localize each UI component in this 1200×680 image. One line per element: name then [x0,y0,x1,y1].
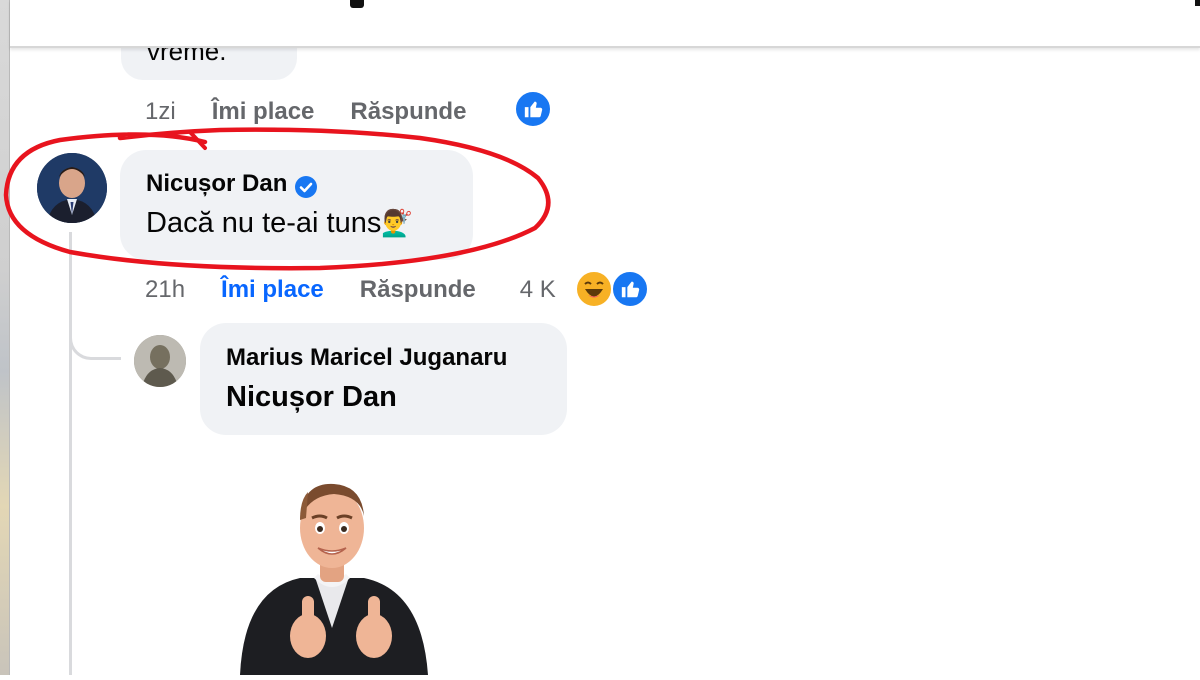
reaction-count[interactable]: 4 K [520,276,556,304]
reply-author[interactable]: Marius Maricel Juganaru [226,344,507,371]
comment-timestamp[interactable]: 1zi [145,98,176,126]
avatar[interactable] [134,335,186,387]
comment-text: Dacă nu te-ai tuns [146,207,382,239]
avatar-thumbs-up-sticker [222,478,442,675]
haircut-emoji: 💇‍♂️ [381,208,414,238]
like-button[interactable]: Îmi place [221,276,324,304]
avatar[interactable] [37,153,107,223]
like-icon [611,270,649,308]
comment-author[interactable]: Nicușor Dan [146,170,287,197]
reply-bubble: Marius Maricel Juganaru Nicușor Dan [200,323,567,435]
verified-badge-icon [295,175,318,198]
mention-link[interactable]: Nicușor Dan [226,381,397,413]
reply-button[interactable]: Răspunde [360,276,476,304]
thread-connector [69,318,121,360]
close-icon[interactable] [1195,0,1200,6]
haha-icon [575,270,613,308]
like-button[interactable]: Îmi place [212,98,315,126]
reactions-summary[interactable] [575,268,653,312]
comment-bubble: Nicușor Dan Dacă nu te-ai tuns💇‍♂️ [120,150,473,260]
previous-comment-actions: 1zi Îmi place Răspunde [145,98,466,126]
thread-line [69,232,72,675]
page-background-edge [0,0,10,675]
header-title-fragment [350,0,364,8]
panel-header [10,0,1200,48]
reply-button[interactable]: Răspunde [350,98,466,126]
comment-timestamp[interactable]: 21h [145,276,185,304]
like-icon[interactable] [514,90,552,128]
comment-actions: 21h Îmi place Răspunde 4 K [145,276,556,304]
